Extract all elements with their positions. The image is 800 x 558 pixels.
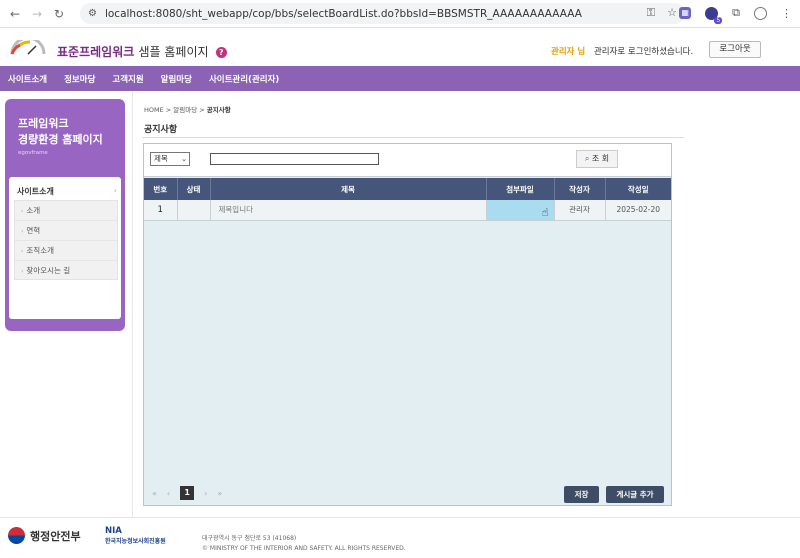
add-post-button[interactable]: 게시글 추가 bbox=[606, 486, 664, 503]
footer: 행정안전부 NIA 한국지능정보사회진흥원 대구광역시 동구 첨단로 53 (4… bbox=[0, 517, 800, 558]
menu-item-support[interactable]: 고객지원 bbox=[112, 73, 143, 85]
logout-button[interactable]: 로그아웃 bbox=[709, 41, 761, 58]
profile-icon[interactable] bbox=[754, 6, 767, 20]
sidebar-item-intro[interactable]: › 소개 bbox=[15, 201, 117, 221]
board-table: 번호 상태 제목 첨부파일 작성자 작성일 1 제목입니다 ☝ 관리자 2025… bbox=[144, 178, 671, 221]
user-name: 관리자 님 bbox=[551, 47, 586, 57]
ministry-logo[interactable]: 행정안전부 bbox=[8, 527, 81, 544]
cell-writer: 관리자 bbox=[554, 200, 606, 221]
col-header-attachment: 첨부파일 bbox=[486, 178, 555, 200]
taegeuk-icon bbox=[8, 527, 25, 544]
menu-item-info[interactable]: 정보마당 bbox=[64, 73, 95, 85]
address-bar[interactable]: ⚙ localhost:8080/sht_webapp/cop/bbs/sele… bbox=[80, 3, 685, 24]
magnifier-icon: ⌕ bbox=[584, 154, 590, 163]
reload-icon[interactable]: ↻ bbox=[48, 7, 70, 21]
main-menu: 사이트소개 정보마당 고객지원 알림마당 사이트관리(관리자) bbox=[0, 66, 800, 91]
col-header-status: 상태 bbox=[177, 178, 211, 200]
forward-icon[interactable]: → bbox=[26, 7, 48, 21]
page-title: 공지사항 bbox=[144, 125, 178, 135]
breadcrumb: HOME > 알림마당 > 공지사항 bbox=[144, 104, 231, 114]
breadcrumb-current: 공지사항 bbox=[206, 106, 231, 114]
save-button[interactable]: 저장 bbox=[564, 486, 599, 503]
chevron-right-icon: › bbox=[113, 186, 117, 195]
current-page[interactable]: 1 bbox=[180, 486, 195, 500]
bullet-icon: › bbox=[21, 228, 24, 235]
extension-badge: 5 bbox=[714, 16, 723, 24]
sidebar-item-location[interactable]: › 찾아오시는 길 bbox=[15, 261, 117, 281]
bullet-icon: › bbox=[21, 248, 24, 255]
cell-status bbox=[177, 200, 211, 221]
user-info: 관리자 님 관리자로 로그인하셨습니다. bbox=[551, 45, 693, 57]
extension-badge-icon[interactable]: 5 bbox=[705, 6, 723, 24]
sidebar-title: 프레임워크 경량환경 홈페이지 bbox=[18, 117, 103, 146]
first-page-button[interactable]: « bbox=[152, 489, 157, 498]
site-title[interactable]: 표준프레임워크 샘플 홈페이지 ? bbox=[57, 43, 227, 60]
prev-page-button[interactable]: ‹ bbox=[167, 489, 170, 498]
table-row[interactable]: 1 제목입니다 ☝ 관리자 2025-02-20 bbox=[144, 200, 671, 221]
menu-kebab-icon[interactable]: ⋮ bbox=[781, 7, 792, 20]
cell-number: 1 bbox=[144, 200, 178, 221]
puzzle-icon[interactable]: ⧉ bbox=[732, 6, 740, 20]
col-header-date: 작성일 bbox=[605, 178, 671, 200]
search-bar: 제목 ⌄ ⌕ 조 회 bbox=[144, 144, 671, 177]
site-header: 표준프레임워크 샘플 홈페이지 ? 관리자 님 관리자로 로그인하셨습니다. 로… bbox=[0, 28, 800, 66]
menu-item-admin[interactable]: 사이트관리(관리자) bbox=[209, 73, 279, 85]
pagination: « ‹ 1 › » bbox=[152, 486, 222, 500]
bullet-icon: › bbox=[21, 268, 24, 275]
title-divider bbox=[142, 137, 684, 138]
extension-icon[interactable]: ▦ bbox=[679, 7, 692, 19]
site-title-sub: 샘플 홈페이지 bbox=[138, 45, 209, 59]
sidebar-item-org[interactable]: › 조직소개 bbox=[15, 241, 117, 261]
footer-address: 대구광역시 동구 첨단로 53 (41068) © MINISTRY OF TH… bbox=[202, 535, 406, 552]
sidebar-menu: 사이트소개 › › 소개 › 연혁 › 조직소개 › 찾아오시는 길 bbox=[9, 177, 121, 319]
search-button-label: 조 회 bbox=[591, 154, 610, 163]
ministry-name: 행정안전부 bbox=[30, 529, 81, 543]
url-text: localhost:8080/sht_webapp/cop/bbs/select… bbox=[104, 7, 582, 20]
help-icon[interactable]: ? bbox=[215, 47, 227, 58]
cell-attachment[interactable]: ☝ bbox=[486, 200, 555, 221]
site-title-brand: 표준프레임워크 bbox=[57, 45, 135, 59]
cell-title[interactable]: 제목입니다 bbox=[210, 200, 487, 221]
table-header-row: 번호 상태 제목 첨부파일 작성자 작성일 bbox=[144, 178, 671, 200]
search-condition-select[interactable]: 제목 ⌄ bbox=[150, 152, 190, 166]
chevron-down-icon: ⌄ bbox=[181, 155, 187, 163]
bullet-icon: › bbox=[21, 208, 24, 215]
hand-cursor-icon: ☝ bbox=[541, 206, 549, 219]
col-header-writer: 작성자 bbox=[554, 178, 606, 200]
search-input[interactable] bbox=[210, 153, 379, 165]
sidebar-section-title[interactable]: 사이트소개 bbox=[17, 186, 54, 197]
search-button[interactable]: ⌕ 조 회 bbox=[576, 150, 618, 168]
col-header-number: 번호 bbox=[144, 178, 178, 200]
board-list: 제목 ⌄ ⌕ 조 회 번호 상태 제목 첨부파일 작성자 작성일 1 제목입니다… bbox=[143, 143, 672, 506]
password-key-icon[interactable]: ⚿ bbox=[647, 6, 655, 20]
login-message: 관리자로 로그인하셨습니다. bbox=[593, 47, 694, 57]
menu-item-notice[interactable]: 알림마당 bbox=[161, 73, 192, 85]
breadcrumb-path[interactable]: HOME > 알림마당 > bbox=[144, 106, 207, 114]
bookmark-star-icon[interactable]: ☆ bbox=[667, 6, 677, 20]
col-header-title: 제목 bbox=[210, 178, 487, 200]
sidebar: 프레임워크 경량환경 홈페이지 egovframe 사이트소개 › › 소개 › 연… bbox=[5, 99, 125, 331]
browser-chrome: ← → ↻ ⚙ localhost:8080/sht_webapp/cop/bb… bbox=[0, 0, 800, 28]
egovframe-logo[interactable] bbox=[8, 40, 48, 56]
cell-date: 2025-02-20 bbox=[605, 200, 671, 221]
next-page-button[interactable]: › bbox=[204, 489, 207, 498]
menu-item-site-intro[interactable]: 사이트소개 bbox=[8, 73, 47, 85]
sidebar-item-history[interactable]: › 연혁 bbox=[15, 221, 117, 241]
back-icon[interactable]: ← bbox=[4, 7, 26, 21]
last-page-button[interactable]: » bbox=[217, 489, 222, 498]
site-info-icon[interactable]: ⚙ bbox=[88, 8, 97, 19]
nia-logo[interactable]: NIA 한국지능정보사회진흥원 bbox=[105, 526, 166, 545]
sidebar-subtitle: egovframe bbox=[18, 150, 48, 156]
sidebar-list: › 소개 › 연혁 › 조직소개 › 찾아오시는 길 bbox=[14, 200, 118, 280]
